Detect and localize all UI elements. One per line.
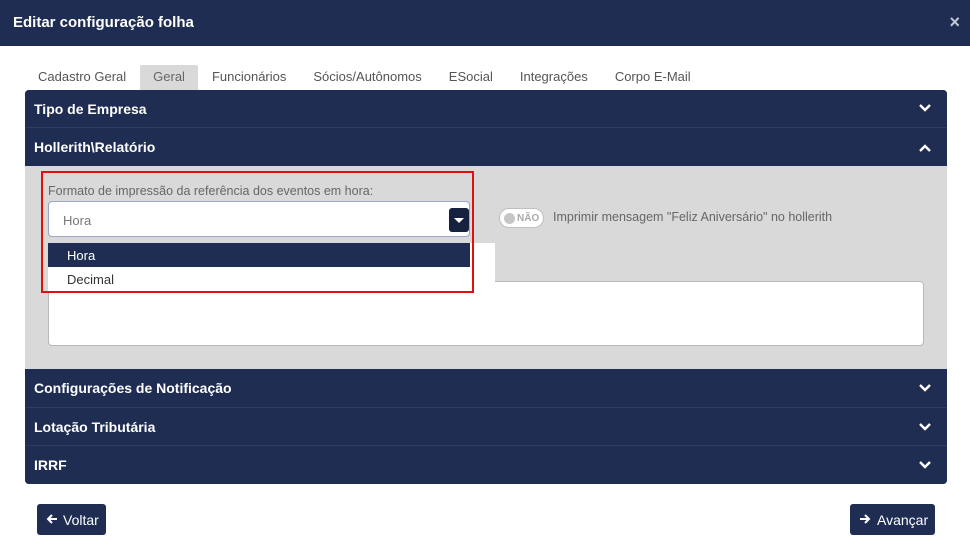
tab-socios-autonomos[interactable]: Sócios/Autônomos — [300, 65, 434, 90]
accordion-label: Configurações de Notificação — [34, 380, 232, 396]
chevron-down-icon — [919, 384, 931, 392]
birthday-toggle-label: Imprimir mensagem "Feliz Aniversário" no… — [553, 210, 833, 224]
chevron-down-icon — [919, 104, 931, 112]
accordion-tipo-empresa[interactable]: Tipo de Empresa — [25, 90, 947, 127]
arrow-left-icon — [46, 514, 57, 524]
accordion-irrf[interactable]: IRRF — [25, 446, 947, 484]
toggle-knob — [504, 213, 515, 224]
tab-funcionarios[interactable]: Funcionários — [199, 65, 299, 90]
accordion-hollerith-relatorio[interactable]: Hollerith\Relatório — [25, 128, 947, 166]
chevron-down-icon — [919, 461, 931, 469]
accordion-label: Tipo de Empresa — [34, 101, 147, 117]
modal-title: Editar configuração folha — [13, 14, 194, 31]
accordion-label: Hollerith\Relatório — [34, 139, 156, 155]
modal-header: Editar configuração folha × — [0, 0, 970, 46]
tab-corpo-email[interactable]: Corpo E-Mail — [602, 65, 704, 90]
accordion-configuracoes-notificacao[interactable]: Configurações de Notificação — [25, 369, 947, 407]
tab-esocial[interactable]: ESocial — [436, 65, 506, 90]
tab-geral[interactable]: Geral — [140, 65, 198, 90]
back-button-label: Voltar — [63, 512, 99, 528]
accordion-lotacao-tributaria[interactable]: Lotação Tributária — [25, 408, 947, 446]
birthday-toggle[interactable]: NÃO — [499, 208, 544, 228]
tab-bar: Cadastro Geral Geral Funcionários Sócios… — [25, 65, 705, 90]
chevron-down-icon — [919, 423, 931, 431]
arrow-right-icon — [860, 514, 871, 524]
back-button[interactable]: Voltar — [37, 504, 106, 535]
accordion-label: IRRF — [34, 457, 67, 473]
next-button-label: Avançar — [877, 512, 929, 528]
close-icon[interactable]: × — [949, 12, 960, 32]
tab-integracoes[interactable]: Integrações — [507, 65, 601, 90]
chevron-up-icon — [919, 144, 931, 152]
tab-cadastro-geral[interactable]: Cadastro Geral — [25, 65, 139, 90]
highlight-box — [41, 171, 474, 293]
next-button[interactable]: Avançar — [850, 504, 935, 535]
accordion-label: Lotação Tributária — [34, 419, 156, 435]
toggle-state-text: NÃO — [517, 213, 540, 224]
